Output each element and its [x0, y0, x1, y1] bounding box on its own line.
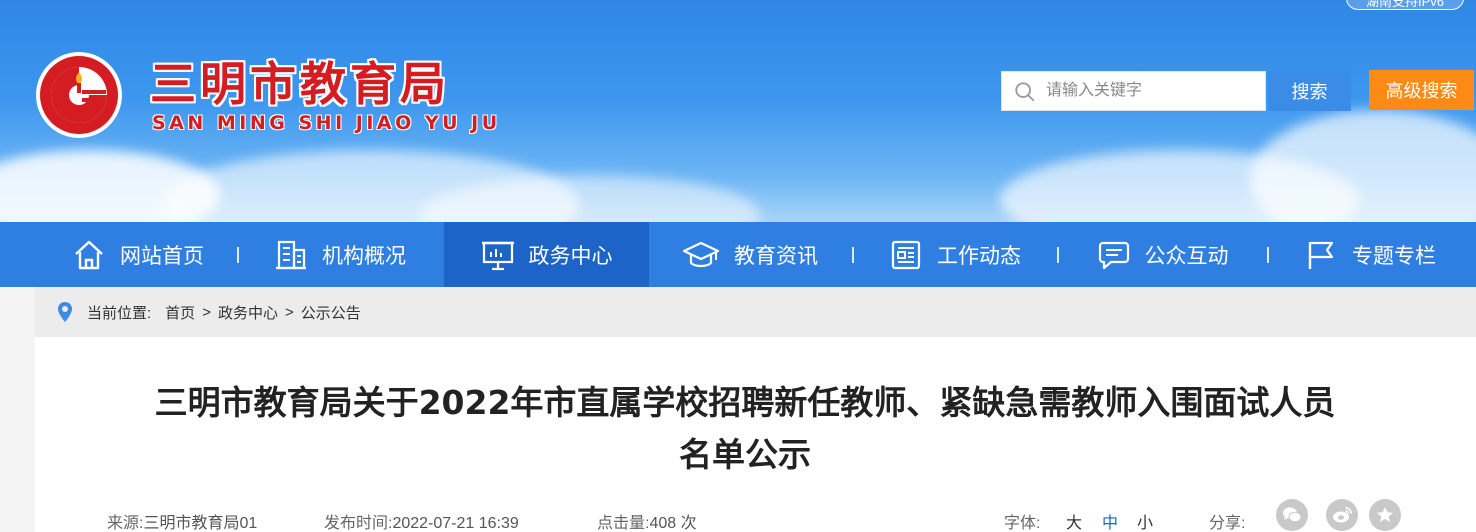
publish-time-label: 发布时间: — [324, 515, 393, 532]
location-pin-icon — [58, 302, 72, 322]
flag-icon — [1308, 241, 1334, 269]
site-logo-chinese: 三明市教育局 — [150, 57, 450, 111]
nav-item-government-affairs[interactable]: 政务中心 — [444, 222, 649, 287]
header-banner: 湖南支持IPv6 三明市教育局 SAN MING SHI JIAO YU JU — [0, 0, 1476, 222]
nav-divider — [1267, 247, 1269, 263]
weibo-share-button[interactable] — [1326, 499, 1358, 531]
font-size-label: 字体: — [1004, 515, 1041, 532]
source-value: 三明市教育局01 — [143, 515, 258, 532]
article-publish-time: 发布时间:2022-07-21 16:39 — [324, 509, 519, 532]
source-label: 来源: — [107, 515, 144, 532]
nav-item-work-updates[interactable]: 工作动态 — [855, 222, 1055, 287]
nav-item-label: 政务中心 — [528, 244, 613, 268]
presentation-board-icon — [481, 241, 514, 270]
breadcrumb-separator: > — [284, 303, 294, 321]
advanced-search-button[interactable]: 高级搜索 — [1369, 70, 1474, 110]
view-count-label: 点击量: — [597, 515, 650, 532]
breadcrumb-announcements-link[interactable]: 公示公告 — [301, 302, 361, 323]
view-count-value: 408 次 — [649, 515, 697, 532]
article-view-count: 点击量:408 次 — [597, 509, 697, 532]
nav-item-label: 网站首页 — [120, 244, 204, 268]
wechat-icon — [1283, 507, 1302, 523]
search-box — [1001, 71, 1266, 111]
nav-item-special-topics[interactable]: 专题专栏 — [1270, 222, 1470, 287]
search-input[interactable] — [1046, 72, 1264, 110]
nav-item-label: 教育资讯 — [734, 244, 818, 268]
article-panel: 三明市教育局关于2022年市直属学校招聘新任教师、紧缺急需教师入围面试人员 名单… — [35, 337, 1476, 532]
chat-bubble-icon — [1098, 241, 1129, 269]
education-bureau-logo-icon — [36, 52, 122, 138]
font-size-small[interactable]: 小 — [1137, 509, 1153, 532]
nav-divider — [237, 247, 239, 263]
article-title: 三明市教育局关于2022年市直属学校招聘新任教师、紧缺急需教师入围面试人员 名单… — [95, 377, 1395, 481]
font-size-large[interactable]: 大 — [1066, 509, 1082, 532]
home-icon — [75, 240, 103, 269]
nav-divider — [852, 247, 854, 263]
nav-item-label: 公众互动 — [1144, 244, 1229, 268]
article-title-line-1: 三明市教育局关于2022年市直属学校招聘新任教师、紧缺急需教师入围面试人员 — [154, 383, 1336, 422]
breadcrumb-separator: > — [202, 303, 211, 321]
article-title-line-2: 名单公示 — [679, 435, 811, 474]
weibo-icon — [1333, 507, 1352, 523]
font-size-medium[interactable]: 中 — [1102, 509, 1118, 532]
breadcrumb-home-link[interactable]: 首页 — [165, 302, 195, 323]
nav-divider — [1057, 247, 1059, 263]
main-nav: 网站首页 机构概况 政务中心 教育资讯 工作动态 公众互动 专题专栏 — [0, 222, 1476, 287]
nav-item-public-interaction[interactable]: 公众互动 — [1060, 222, 1265, 287]
search-icon — [1015, 82, 1035, 102]
cloud-decoration — [1250, 110, 1476, 222]
article-source: 来源:三明市教育局01 — [107, 509, 257, 532]
wechat-share-button[interactable] — [1276, 499, 1308, 531]
breadcrumb: 当前位置: 首页 > 政务中心 > 公示公告 — [35, 287, 1476, 337]
ipv6-badge[interactable]: 湖南支持IPv6 — [1346, 0, 1464, 10]
star-icon — [1377, 507, 1393, 522]
search-button[interactable]: 搜索 — [1268, 71, 1351, 111]
breadcrumb-prefix: 当前位置: — [87, 304, 152, 322]
publish-time-value: 2022-07-21 16:39 — [392, 515, 519, 532]
breadcrumb-government-affairs-link[interactable]: 政务中心 — [218, 302, 278, 323]
favorite-share-button[interactable] — [1369, 499, 1401, 531]
nav-item-label: 机构概况 — [322, 244, 406, 268]
nav-item-label: 专题专栏 — [1352, 244, 1436, 268]
nav-item-organization[interactable]: 机构概况 — [240, 222, 440, 287]
share-label: 分享: — [1209, 515, 1246, 532]
nav-item-education-news[interactable]: 教育资讯 — [650, 222, 850, 287]
nav-item-home[interactable]: 网站首页 — [38, 222, 238, 287]
newspaper-icon — [891, 240, 921, 269]
site-logo-pinyin: SAN MING SHI JIAO YU JU — [152, 112, 501, 134]
graduation-cap-icon — [682, 241, 720, 267]
building-icon — [276, 240, 306, 269]
nav-item-label: 工作动态 — [937, 244, 1021, 268]
